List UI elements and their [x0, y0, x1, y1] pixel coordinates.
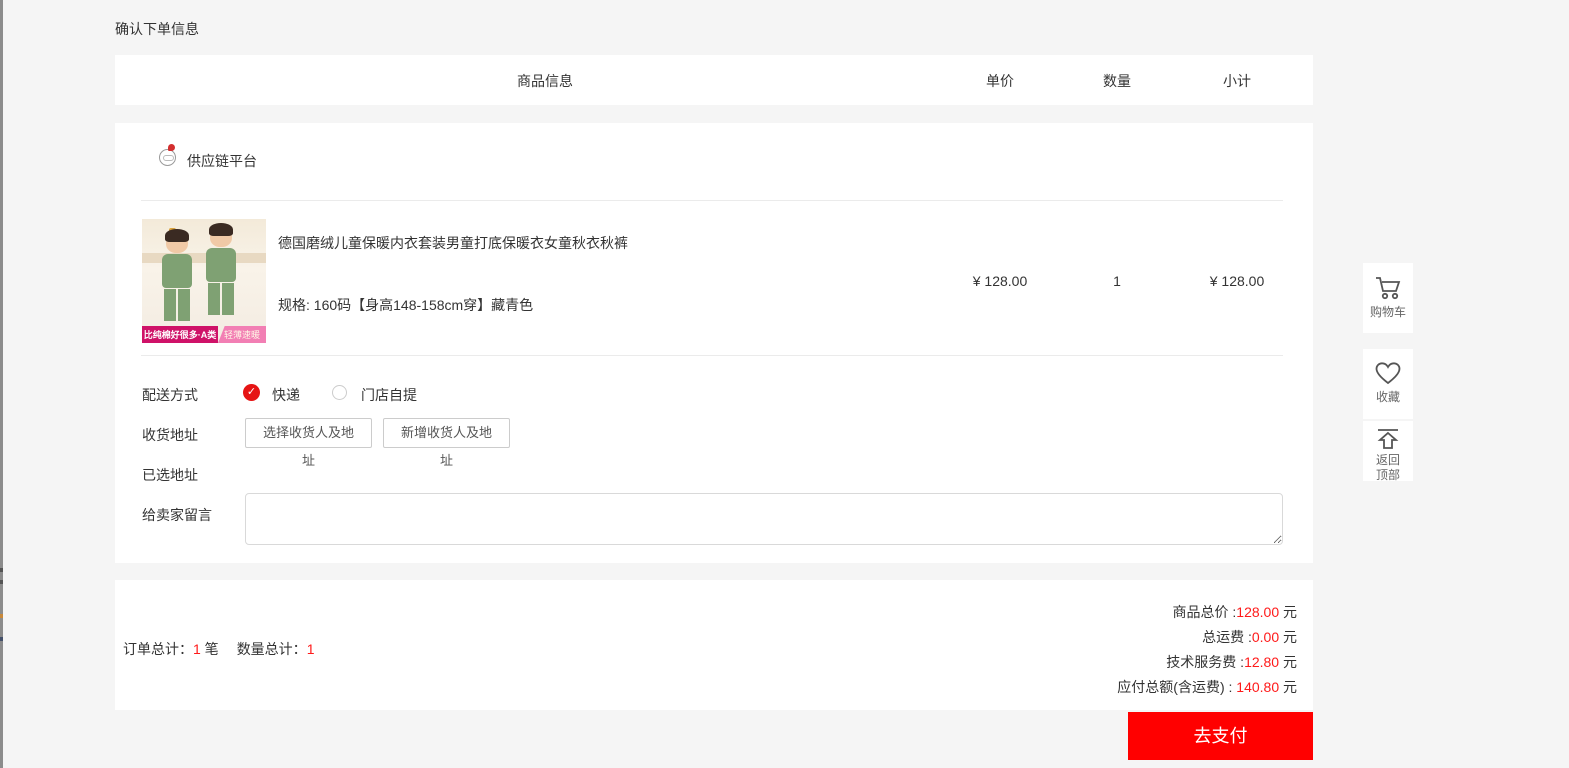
selected-address-label: 已选地址: [142, 465, 198, 485]
cart-label: 购物车: [1363, 303, 1413, 320]
goods-total-label: 商品总价 :: [1173, 604, 1237, 620]
scroll-marker: [0, 614, 3, 618]
order-table-header: 商品信息 单价 数量 小计: [115, 55, 1313, 105]
cart-icon: [1374, 275, 1402, 301]
column-header-quantity: 数量: [1077, 71, 1157, 91]
summary-line-goods-total: 商品总价 :128.00 元: [1117, 600, 1297, 625]
radio-express-checked-icon[interactable]: ✓: [243, 384, 260, 401]
radio-pickup-unchecked-icon[interactable]: [332, 385, 347, 400]
divider: [141, 355, 1283, 356]
divider: [141, 200, 1283, 201]
product-quantity: 1: [1077, 273, 1157, 289]
goods-total-unit: 元: [1279, 604, 1297, 620]
sidebar-item-cart[interactable]: 购物车: [1363, 263, 1413, 333]
heart-icon: [1374, 361, 1402, 386]
summary-line-shipping-fee: 总运费 :0.00 元: [1117, 625, 1297, 650]
scroll-marker: [0, 637, 3, 641]
payable-total-unit: 元: [1279, 679, 1297, 695]
product-image-girl-figure: [160, 233, 194, 321]
product-unit-price: ¥ 128.00: [960, 273, 1040, 289]
banner-left-text: 比纯棉好很多·A类: [142, 326, 218, 343]
order-card: 供应链平台 比纯棉好很多·A类 轻薄速暖 德国磨绒儿童保暖内衣套装男童打底保暖衣…: [115, 123, 1313, 563]
column-header-product: 商品信息: [115, 71, 975, 91]
payable-total-label: 应付总额(含运费) :: [1117, 679, 1236, 695]
delivery-option-pickup[interactable]: 门店自提: [361, 385, 417, 405]
page-title: 确认下单信息: [115, 19, 199, 39]
price-summary: 商品总价 :128.00 元 总运费 :0.00 元 技术服务费 :12.80 …: [1117, 600, 1297, 700]
shipping-fee-value: 0.00: [1252, 629, 1279, 645]
column-header-unit-price: 单价: [960, 71, 1040, 91]
qty-total-value: 1: [307, 641, 315, 657]
seller-message-input[interactable]: [245, 493, 1283, 545]
product-subtotal: ¥ 128.00: [1197, 273, 1277, 289]
seller-message-label: 给卖家留言: [142, 505, 212, 525]
delivery-method-label: 配送方式: [142, 385, 198, 405]
shipping-address-label: 收货地址: [142, 425, 198, 445]
scroll-marker: [0, 568, 3, 572]
select-address-button[interactable]: 选择收货人及地址: [245, 418, 372, 448]
service-fee-label: 技术服务费 :: [1166, 654, 1244, 670]
back-to-top-label: 返回顶部: [1373, 453, 1403, 483]
store-name: 供应链平台: [187, 151, 257, 171]
qty-total-label: 数量总计：: [237, 641, 307, 657]
shipping-fee-unit: 元: [1279, 629, 1297, 645]
order-totals: 订单总计：1 笔数量总计：1: [123, 639, 314, 659]
window-left-edge: [0, 0, 3, 768]
summary-line-service-fee: 技术服务费 :12.80 元: [1117, 650, 1297, 675]
summary-line-payable-total: 应付总额(含运费) : 140.80 元: [1117, 675, 1297, 700]
store-logo-icon: [159, 149, 176, 166]
order-total-value: 1: [193, 641, 201, 657]
product-image-boy-figure: [204, 227, 238, 315]
product-spec: 规格: 160码【身高148-158cm穿】藏青色: [278, 295, 878, 315]
service-fee-value: 12.80: [1244, 654, 1279, 670]
column-header-subtotal: 小计: [1197, 71, 1277, 91]
sidebar-item-favorite[interactable]: 收藏: [1363, 349, 1413, 419]
scroll-marker: [0, 580, 3, 584]
service-fee-unit: 元: [1279, 654, 1297, 670]
favorite-label: 收藏: [1363, 388, 1413, 405]
summary-card: 商品总价 :128.00 元 总运费 :0.00 元 技术服务费 :12.80 …: [115, 580, 1313, 710]
delivery-option-express[interactable]: 快递: [272, 385, 300, 405]
banner-right-text: 轻薄速暖: [218, 326, 266, 343]
order-total-label: 订单总计：: [123, 641, 193, 657]
add-address-button[interactable]: 新增收货人及地址: [383, 418, 510, 448]
goods-total-value: 128.00: [1236, 604, 1279, 620]
order-total-unit: 笔: [201, 641, 219, 657]
product-image[interactable]: 比纯棉好很多·A类 轻薄速暖: [142, 219, 266, 343]
back-to-top-icon: [1374, 427, 1402, 451]
payable-total-value: 140.80: [1236, 679, 1279, 695]
product-image-banner: 比纯棉好很多·A类 轻薄速暖: [142, 326, 266, 343]
sidebar-item-back-to-top[interactable]: 返回顶部: [1363, 421, 1413, 481]
shipping-fee-label: 总运费 :: [1202, 629, 1252, 645]
go-pay-button[interactable]: 去支付: [1128, 712, 1313, 760]
product-title[interactable]: 德国磨绒儿童保暖内衣套装男童打底保暖衣女童秋衣秋裤: [278, 233, 878, 253]
